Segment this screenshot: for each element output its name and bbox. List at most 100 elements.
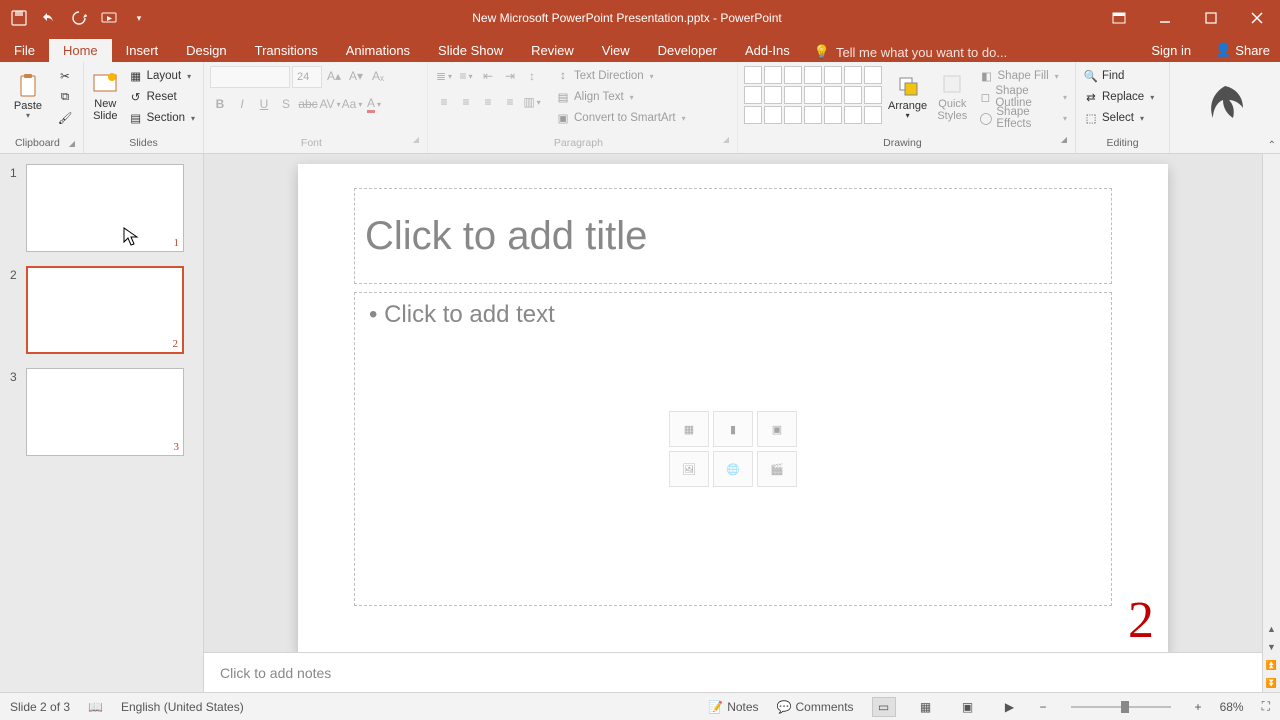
save-icon[interactable] bbox=[10, 9, 28, 27]
align-right-button[interactable]: ≡ bbox=[478, 92, 498, 112]
tab-slideshow[interactable]: Slide Show bbox=[424, 39, 517, 62]
drawing-dialog-launcher[interactable]: ◢ bbox=[1061, 135, 1069, 151]
decrease-indent-button[interactable]: ⇤ bbox=[478, 66, 498, 86]
share-button[interactable]: 👤 Share bbox=[1205, 38, 1280, 62]
zoom-level[interactable]: 68% bbox=[1220, 700, 1244, 714]
qat-customize-icon[interactable]: ▾ bbox=[130, 9, 148, 27]
numbering-button[interactable]: ≡ bbox=[456, 66, 476, 86]
tab-animations[interactable]: Animations bbox=[332, 39, 424, 62]
slide-thumbnail-1[interactable]: 1 bbox=[26, 164, 184, 252]
next-slide-icon[interactable]: ⏬ bbox=[1263, 674, 1280, 692]
select-button[interactable]: ⬚Select bbox=[1082, 108, 1156, 128]
underline-button[interactable]: U bbox=[254, 94, 274, 114]
quick-styles-button[interactable]: Quick Styles bbox=[933, 66, 971, 128]
prev-slide-icon[interactable]: ⏫ bbox=[1263, 656, 1280, 674]
zoom-in-button[interactable]: + bbox=[1195, 700, 1202, 714]
zoom-out-button[interactable]: − bbox=[1040, 700, 1047, 714]
format-painter-button[interactable]: 🖌 bbox=[56, 108, 74, 128]
content-placeholder[interactable]: • Click to add text ▦ ▮ ▣ 🖼 🌐 🎬 bbox=[354, 292, 1112, 606]
italic-button[interactable]: I bbox=[232, 94, 252, 114]
comments-button[interactable]: 💬Comments bbox=[777, 700, 854, 714]
columns-button[interactable]: ▥ bbox=[522, 92, 542, 112]
arrange-button[interactable]: Arrange▾ bbox=[888, 66, 927, 128]
align-center-button[interactable]: ≡ bbox=[456, 92, 476, 112]
notes-button[interactable]: 📝Notes bbox=[708, 700, 758, 714]
bullets-button[interactable]: ≣ bbox=[434, 66, 454, 86]
shape-fill-button[interactable]: ◧Shape Fill bbox=[978, 66, 1069, 86]
tab-developer[interactable]: Developer bbox=[644, 39, 731, 62]
tell-me-input[interactable]: 💡 Tell me what you want to do... bbox=[804, 42, 1017, 62]
slide-indicator[interactable]: Slide 2 of 3 bbox=[10, 700, 70, 714]
undo-icon[interactable] bbox=[40, 9, 58, 27]
grow-font-button[interactable]: A▴ bbox=[324, 66, 344, 86]
font-size-input[interactable]: 24 bbox=[292, 66, 322, 88]
paragraph-dialog-launcher[interactable]: ◢ bbox=[723, 135, 731, 151]
notes-pane[interactable]: Click to add notes bbox=[204, 652, 1262, 692]
tab-insert[interactable]: Insert bbox=[112, 39, 173, 62]
spellcheck-icon[interactable]: 📖 bbox=[88, 700, 103, 714]
line-spacing-button[interactable]: ↕ bbox=[522, 66, 542, 86]
text-direction-button[interactable]: ↕Text Direction bbox=[554, 66, 688, 86]
slide-thumbnail-3[interactable]: 3 bbox=[26, 368, 184, 456]
vertical-scrollbar[interactable]: ▲ ▼ ⏫ ⏬ bbox=[1262, 154, 1280, 692]
shapes-gallery[interactable] bbox=[744, 66, 882, 128]
cut-button[interactable]: ✂ bbox=[56, 66, 74, 86]
sign-in-link[interactable]: Sign in bbox=[1137, 39, 1205, 62]
scroll-up-icon[interactable]: ▲ bbox=[1263, 620, 1280, 638]
bold-button[interactable]: B bbox=[210, 94, 230, 114]
tab-view[interactable]: View bbox=[588, 39, 644, 62]
minimize-button[interactable] bbox=[1142, 0, 1188, 36]
justify-button[interactable]: ≡ bbox=[500, 92, 520, 112]
reading-view-button[interactable]: ▣ bbox=[956, 697, 980, 717]
tab-addins[interactable]: Add-Ins bbox=[731, 39, 804, 62]
fit-to-window-button[interactable]: ⛶ bbox=[1262, 699, 1270, 714]
start-from-beginning-icon[interactable] bbox=[100, 9, 118, 27]
strikethrough-button[interactable]: abc bbox=[298, 94, 318, 114]
insert-picture-icon[interactable]: 🖼 bbox=[669, 451, 709, 487]
scroll-down-icon[interactable]: ▼ bbox=[1263, 638, 1280, 656]
reset-button[interactable]: ↺Reset bbox=[127, 87, 197, 107]
collapse-ribbon-icon[interactable]: ⌃ bbox=[1268, 140, 1276, 151]
font-dialog-launcher[interactable]: ◢ bbox=[413, 135, 421, 151]
insert-table-icon[interactable]: ▦ bbox=[669, 411, 709, 447]
find-button[interactable]: 🔍Find bbox=[1082, 66, 1156, 86]
tab-file[interactable]: File bbox=[0, 39, 49, 62]
slide-sorter-view-button[interactable]: ▦ bbox=[914, 697, 938, 717]
char-spacing-button[interactable]: AV bbox=[320, 94, 340, 114]
insert-video-icon[interactable]: 🎬 bbox=[757, 451, 797, 487]
replace-button[interactable]: ⇄Replace bbox=[1082, 87, 1156, 107]
align-left-button[interactable]: ≡ bbox=[434, 92, 454, 112]
section-button[interactable]: ▤Section bbox=[127, 108, 197, 128]
font-color-button[interactable]: A bbox=[364, 94, 384, 114]
align-text-button[interactable]: ▤Align Text bbox=[554, 87, 688, 107]
slideshow-view-button[interactable]: ▶ bbox=[998, 697, 1022, 717]
normal-view-button[interactable]: ▭ bbox=[872, 697, 896, 717]
slide-thumbnail-2[interactable]: 2 bbox=[26, 266, 184, 354]
shrink-font-button[interactable]: A▾ bbox=[346, 66, 366, 86]
redo-icon[interactable] bbox=[70, 9, 88, 27]
tab-transitions[interactable]: Transitions bbox=[241, 39, 332, 62]
change-case-button[interactable]: Aa bbox=[342, 94, 362, 114]
shape-effects-button[interactable]: ◯Shape Effects bbox=[978, 108, 1069, 128]
tab-home[interactable]: Home bbox=[49, 39, 112, 62]
new-slide-button[interactable]: New Slide bbox=[90, 66, 121, 128]
zoom-slider[interactable] bbox=[1071, 706, 1171, 708]
clear-formatting-button[interactable]: Aₓ bbox=[368, 66, 388, 86]
clipboard-dialog-launcher[interactable]: ◢ bbox=[69, 139, 77, 148]
tab-review[interactable]: Review bbox=[517, 39, 588, 62]
insert-online-picture-icon[interactable]: 🌐 bbox=[713, 451, 753, 487]
insert-smartart-icon[interactable]: ▣ bbox=[757, 411, 797, 447]
maximize-button[interactable] bbox=[1188, 0, 1234, 36]
copy-button[interactable]: ⧉ bbox=[56, 87, 74, 107]
font-name-input[interactable] bbox=[210, 66, 290, 88]
shape-outline-button[interactable]: ◻Shape Outline bbox=[978, 87, 1069, 107]
insert-chart-icon[interactable]: ▮ bbox=[713, 411, 753, 447]
paste-button[interactable]: Paste ▾ bbox=[6, 66, 50, 128]
title-placeholder[interactable]: Click to add title bbox=[354, 188, 1112, 284]
ribbon-display-options-icon[interactable] bbox=[1096, 0, 1142, 36]
language-indicator[interactable]: English (United States) bbox=[121, 700, 244, 714]
tab-design[interactable]: Design bbox=[172, 39, 240, 62]
convert-to-smartart-button[interactable]: ▣Convert to SmartArt bbox=[554, 108, 688, 128]
layout-button[interactable]: ▦Layout bbox=[127, 66, 197, 86]
increase-indent-button[interactable]: ⇥ bbox=[500, 66, 520, 86]
